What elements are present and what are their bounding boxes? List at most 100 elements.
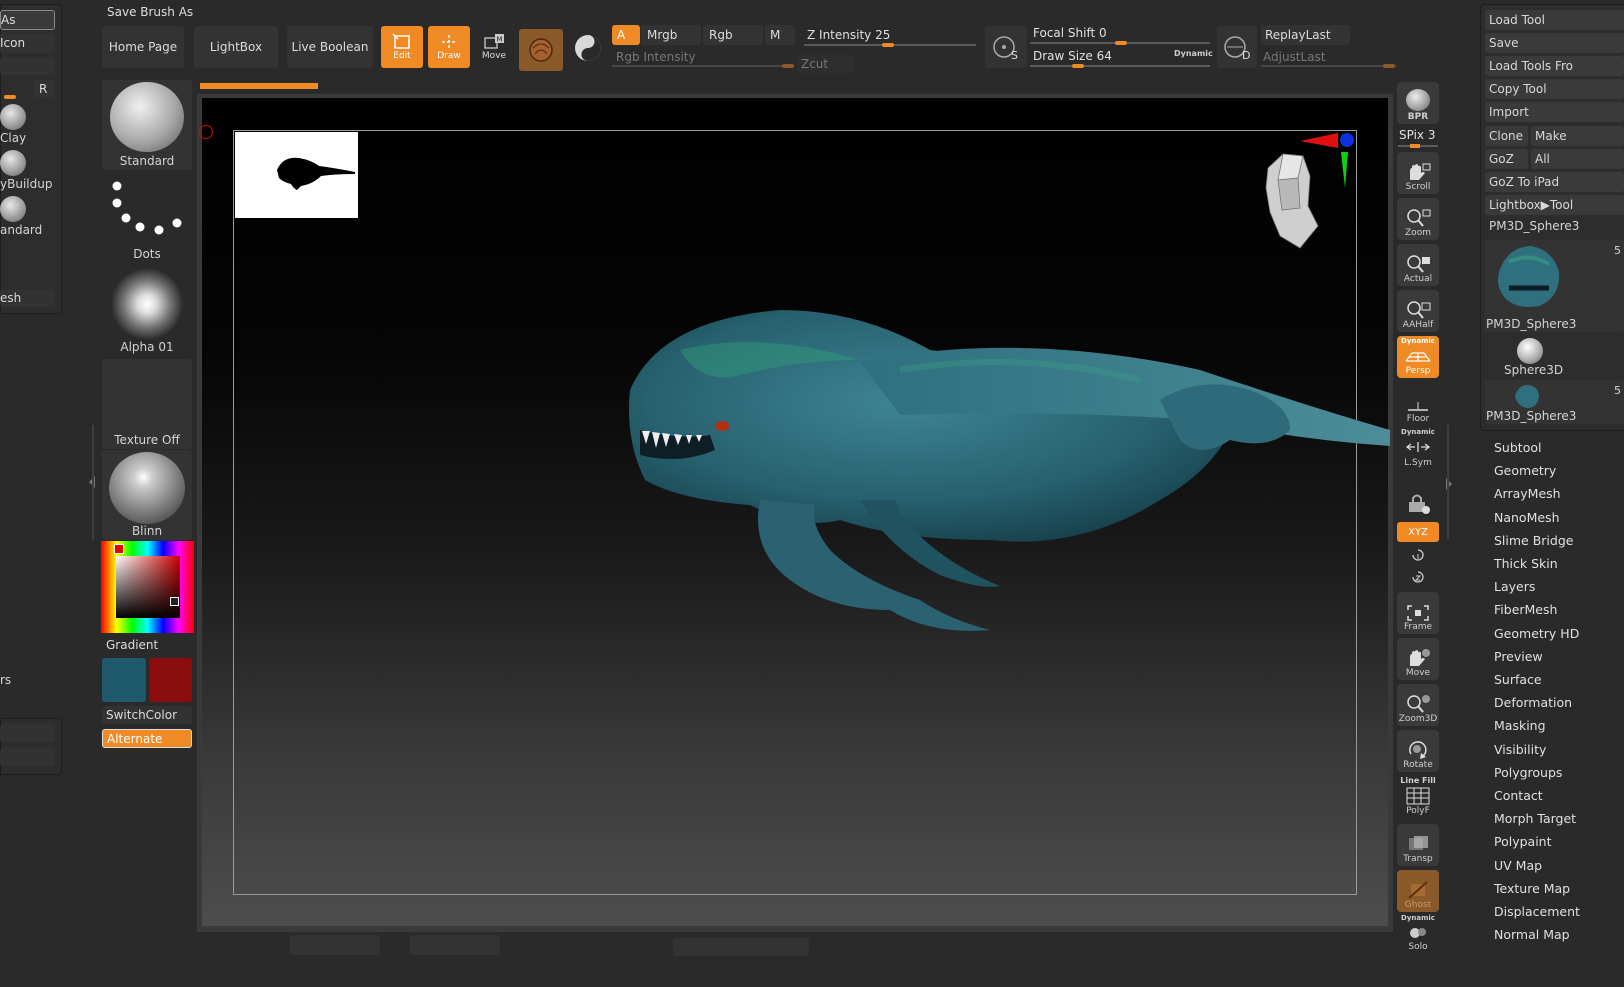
tool-thumb-3[interactable]: 5 PM3D_Sphere3 — [1485, 380, 1624, 424]
ghost-button[interactable]: Ghost — [1397, 870, 1439, 912]
z-intensity-knob[interactable] — [882, 43, 894, 47]
creature-model[interactable] — [600, 290, 1390, 650]
lightbox-tools-button[interactable]: Lightbox▶Tool — [1485, 195, 1624, 215]
tool-menu-item[interactable]: Geometry HD — [1494, 626, 1579, 641]
tool-menu-item[interactable]: Contact — [1494, 788, 1543, 803]
move-button[interactable]: M Move — [474, 26, 514, 68]
adjust-last-track[interactable] — [1261, 65, 1396, 67]
load-tools-from-button[interactable]: Load Tools Fro — [1485, 56, 1624, 76]
xyz-button[interactable]: XYZ — [1397, 522, 1439, 542]
goz-all-button[interactable]: All — [1531, 149, 1624, 169]
zcut-field[interactable]: Zcut — [797, 55, 855, 73]
a-toggle-button[interactable]: A — [612, 25, 640, 45]
rotate-button[interactable]: Rotate — [1397, 730, 1439, 772]
zoom-button[interactable]: Zoom — [1397, 198, 1439, 240]
replay-last-button[interactable]: ReplayLast — [1261, 25, 1350, 45]
tool-menu-item[interactable]: Polygroups — [1494, 765, 1562, 780]
edit-button[interactable]: Edit — [381, 26, 423, 68]
tool-menu-item[interactable]: Deformation — [1494, 695, 1572, 710]
tool-menu-item[interactable]: Subtool — [1494, 440, 1541, 455]
focal-shift-knob[interactable] — [1115, 41, 1127, 45]
d-brush-button[interactable]: D — [1217, 26, 1257, 68]
left-r-button[interactable]: R — [34, 80, 54, 98]
floor-button[interactable]: Floor — [1397, 384, 1439, 426]
aahalf-button[interactable]: AAHalf — [1397, 290, 1439, 332]
left-lower-button-1[interactable] — [0, 724, 55, 742]
tool-menu-item[interactable]: UV Map — [1494, 858, 1542, 873]
red-target-icon[interactable] — [199, 125, 213, 139]
rotate-y-icon[interactable] — [1410, 548, 1426, 562]
rotate-z-icon[interactable] — [1410, 570, 1426, 584]
load-tool-button[interactable]: Load Tool — [1485, 10, 1624, 30]
tool-menu-item[interactable]: ArrayMesh — [1494, 486, 1561, 501]
lightbox-button[interactable]: LightBox — [194, 26, 278, 68]
tool-menu-item[interactable]: Normal Map — [1494, 927, 1570, 942]
left-lower-button-2[interactable] — [0, 748, 55, 766]
switch-color-button[interactable]: SwitchColor — [102, 706, 192, 724]
gradient-label[interactable]: Gradient — [106, 638, 158, 652]
bottom-tab-2[interactable] — [410, 935, 500, 955]
tool-menu-item[interactable]: Layers — [1494, 579, 1535, 594]
tool-menu-item[interactable]: Preview — [1494, 649, 1543, 664]
goz-ipad-button[interactable]: GoZ To iPad — [1485, 172, 1624, 192]
polyf-button[interactable]: Line Fill PolyF — [1397, 776, 1439, 818]
left-icon-button[interactable]: Icon — [0, 33, 55, 53]
solo-button[interactable]: Dynamic Solo — [1397, 914, 1439, 954]
texture-tile[interactable]: Texture Off — [102, 359, 192, 449]
brush-tile[interactable]: Standard — [102, 80, 192, 170]
frame-button[interactable]: Frame — [1397, 592, 1439, 634]
tool-menu-item[interactable]: Geometry — [1494, 463, 1556, 478]
tool-menu-item[interactable]: Surface — [1494, 672, 1542, 687]
scroll-button[interactable]: Scroll — [1397, 152, 1439, 194]
tool-thumb-2[interactable]: Sphere3D — [1485, 334, 1624, 378]
tool-menu-item[interactable]: Displacement — [1494, 904, 1580, 919]
axis-gizmo-icon[interactable] — [1248, 128, 1358, 254]
left-slider-knob[interactable] — [4, 95, 16, 99]
bottom-tab-1[interactable] — [290, 935, 380, 955]
spix-knob[interactable] — [1410, 144, 1420, 148]
make-button[interactable]: Make — [1531, 126, 1624, 146]
save-brush-as-label[interactable]: Save Brush As — [107, 5, 193, 19]
color-sphere-button[interactable] — [568, 29, 608, 67]
tool-menu-item[interactable]: FiberMesh — [1494, 602, 1557, 617]
goz-button[interactable]: GoZ — [1485, 149, 1528, 169]
shade-marker[interactable] — [170, 597, 179, 606]
tool-menu-item[interactable]: Visibility — [1494, 742, 1546, 757]
tool-menu-item[interactable]: Slime Bridge — [1494, 533, 1573, 548]
color-picker-field[interactable] — [116, 556, 180, 618]
dynamic-toggle[interactable]: Dynamic — [1174, 49, 1213, 58]
bpr-button[interactable]: BPR — [1397, 82, 1439, 124]
draw-size-knob[interactable] — [1072, 64, 1084, 68]
buildup-brush-thumb[interactable] — [0, 150, 26, 176]
draw-button[interactable]: Draw — [428, 26, 470, 68]
persp-button[interactable]: Dynamic Persp — [1397, 336, 1439, 378]
tool-menu-item[interactable]: NanoMesh — [1494, 510, 1560, 525]
alpha-tile[interactable]: Alpha 01 — [102, 266, 192, 356]
rgb-intensity-track[interactable] — [612, 65, 794, 67]
alternate-button[interactable]: Alternate — [102, 729, 192, 748]
m-button[interactable]: M — [765, 25, 795, 45]
spix-slider[interactable] — [1398, 144, 1438, 148]
left-blank-button[interactable] — [0, 57, 55, 75]
material-sphere-button[interactable] — [519, 29, 563, 71]
tool-menu-item[interactable]: Polypaint — [1494, 834, 1552, 849]
tool-thumb-1[interactable]: 5 PM3D_Sphere3 — [1485, 240, 1624, 332]
tool-menu-item[interactable]: Morph Target — [1494, 811, 1576, 826]
spix-label[interactable]: SPix 3 — [1399, 128, 1436, 142]
material-tile[interactable]: Blinn — [102, 450, 192, 540]
save-tool-button[interactable]: Save — [1485, 33, 1624, 53]
s-brush-button[interactable]: S — [985, 26, 1027, 68]
stroke-tile[interactable]: Dots — [102, 173, 192, 263]
tool-menu-item[interactable]: Texture Map — [1494, 881, 1570, 896]
transp-button[interactable]: Transp — [1397, 824, 1439, 866]
live-boolean-button[interactable]: Live Boolean — [287, 26, 373, 68]
import-button[interactable]: Import — [1485, 102, 1624, 122]
hue-marker[interactable] — [114, 544, 124, 554]
lock-camera-button[interactable] — [1397, 476, 1439, 518]
zoom3d-button[interactable]: Zoom3D — [1397, 684, 1439, 726]
rgb-button[interactable]: Rgb — [703, 25, 763, 45]
main-color-swatch[interactable] — [102, 658, 146, 702]
draw-size-track[interactable] — [1030, 65, 1210, 67]
left-save-as-button[interactable]: As — [0, 10, 55, 30]
clay-brush-thumb[interactable] — [0, 104, 26, 130]
